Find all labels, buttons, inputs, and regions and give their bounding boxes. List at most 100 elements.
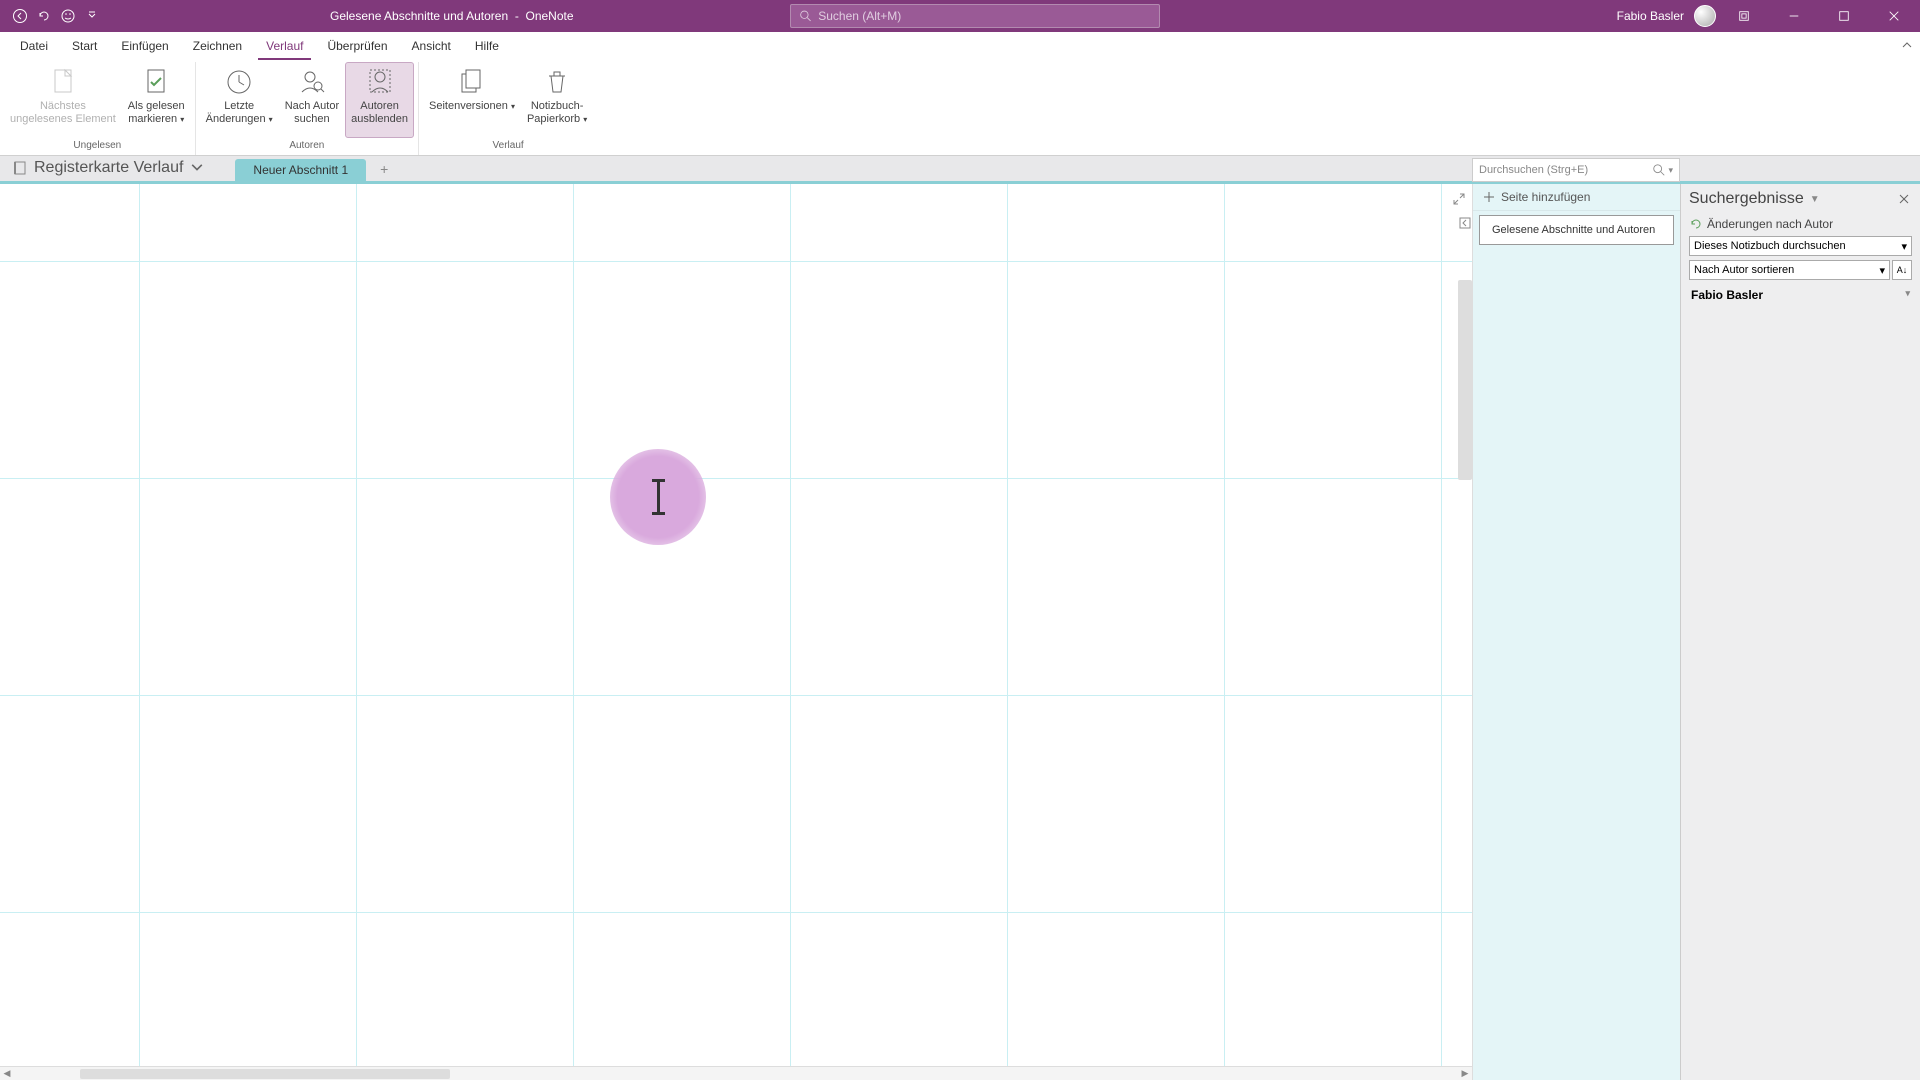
canvas-wrap: ◀ ▶ [0, 184, 1472, 1080]
author-name: Fabio Basler [1691, 288, 1763, 302]
scope-select[interactable]: Dieses Notizbuch durchsuchen▾ [1689, 236, 1912, 256]
touch-mode-button[interactable] [58, 6, 78, 26]
versions-icon [456, 66, 488, 98]
doc-title: Gelesene Abschnitte und Autoren [330, 9, 508, 23]
add-page-button[interactable]: Seite hinzufügen [1473, 184, 1680, 211]
plus-icon [1483, 191, 1495, 203]
search-icon [799, 9, 812, 23]
vertical-scrollbar-thumb[interactable] [1458, 280, 1472, 480]
add-section-button[interactable]: + [380, 161, 388, 181]
maximize-button[interactable] [1822, 0, 1866, 32]
expand-icon [1452, 192, 1466, 206]
section-tab[interactable]: Neuer Abschnitt 1 [235, 159, 366, 181]
add-page-label: Seite hinzufügen [1501, 190, 1590, 204]
global-search-input[interactable] [818, 9, 1151, 23]
seitenversionen-button[interactable]: Seitenversionen ▾ [423, 62, 521, 138]
window-controls: Fabio Basler [1617, 0, 1920, 32]
letzte-aenderungen-button[interactable]: Letzte Änderungen ▾ [200, 62, 279, 138]
changes-by-author-row[interactable]: Änderungen nach Autor [1681, 214, 1920, 234]
page-nav-button[interactable] [1459, 217, 1471, 232]
minimize-icon [1788, 10, 1800, 22]
changes-label: Änderungen nach Autor [1707, 217, 1833, 231]
collapse-icon [1459, 217, 1471, 229]
page-list: Seite hinzufügen Gelesene Abschnitte und… [1472, 184, 1680, 1080]
chevron-down-icon: ▾ [1901, 240, 1907, 253]
tab-überprüfen[interactable]: Überprüfen [315, 32, 399, 60]
group-label: Verlauf [493, 138, 524, 155]
maximize-icon [1838, 10, 1850, 22]
tab-zeichnen[interactable]: Zeichnen [181, 32, 254, 60]
qat-dropdown[interactable] [82, 6, 102, 26]
tab-datei[interactable]: Datei [8, 32, 60, 60]
clock-icon [223, 66, 255, 98]
notizbuch-papierkorb-button[interactable]: Notizbuch- Papierkorb ▾ [521, 62, 593, 138]
scroll-left-button[interactable]: ◀ [0, 1068, 14, 1079]
tab-einfügen[interactable]: Einfügen [109, 32, 180, 60]
group-label: Ungelesen [73, 138, 121, 155]
chevron-down-icon [189, 160, 205, 176]
horizontal-scrollbar-thumb[interactable] [80, 1069, 450, 1079]
ribbon-group-ungelesen: Nächstes ungelesenes ElementAls gelesen … [0, 62, 196, 155]
close-icon [1888, 10, 1900, 22]
chevron-down-icon [87, 11, 97, 21]
note-canvas[interactable] [0, 184, 1472, 1066]
page-icon [47, 66, 79, 98]
ribbon: Nächstes ungelesenes ElementAls gelesen … [0, 60, 1920, 156]
titlebar: Gelesene Abschnitte und Autoren - OneNot… [0, 0, 1920, 32]
scroll-right-button[interactable]: ▶ [1458, 1068, 1472, 1079]
local-search[interactable]: Durchsuchen (Strg+E) ▾ [1472, 158, 1680, 182]
undo-icon [36, 8, 52, 24]
sort-direction-button[interactable]: A↓ [1892, 260, 1912, 280]
ribbon-tabs: DateiStartEinfügenZeichnenVerlaufÜberprü… [0, 32, 1920, 60]
close-button[interactable] [1872, 0, 1916, 32]
page-check-icon [140, 66, 172, 98]
search-dropdown-icon[interactable]: ▾ [1668, 165, 1673, 176]
tab-start[interactable]: Start [60, 32, 109, 60]
search-icon [1652, 163, 1666, 177]
author-group[interactable]: Fabio Basler ▾ [1681, 282, 1920, 308]
refresh-icon [1689, 217, 1703, 231]
tab-ansicht[interactable]: Ansicht [400, 32, 463, 60]
page-item[interactable]: Gelesene Abschnitte und Autoren [1479, 215, 1674, 245]
quick-access-toolbar [0, 6, 102, 26]
search-results-pane: Suchergebnisse ▼ Änderungen nach Autor D… [1680, 184, 1920, 1080]
nach-autor-suchen-button[interactable]: Nach Autor suchen [279, 62, 345, 138]
search-pane-close[interactable] [1896, 191, 1912, 207]
person-search-icon [296, 66, 328, 98]
group-label: Autoren [289, 138, 324, 155]
notebook-icon [12, 160, 28, 176]
window-title: Gelesene Abschnitte und Autoren - OneNot… [330, 9, 574, 23]
sort-select[interactable]: Nach Autor sortieren▾ [1689, 260, 1890, 280]
back-button[interactable] [10, 6, 30, 26]
close-icon [1898, 193, 1910, 205]
search-pane-dropdown[interactable]: ▼ [1810, 194, 1820, 205]
back-arrow-icon [12, 8, 28, 24]
main-area: ◀ ▶ Durchsuchen (Strg+E) ▾ Seite hinzufü… [0, 184, 1920, 1080]
user-name[interactable]: Fabio Basler [1617, 9, 1684, 23]
chevron-up-icon [1900, 38, 1914, 52]
search-pane-title: Suchergebnisse [1689, 190, 1804, 208]
als-gelesen-button[interactable]: Als gelesen markieren ▾ [122, 62, 191, 138]
tab-hilfe[interactable]: Hilfe [463, 32, 511, 60]
app-name: OneNote [525, 9, 573, 23]
local-search-placeholder: Durchsuchen (Strg+E) [1479, 164, 1588, 176]
notes-button[interactable] [1722, 0, 1766, 32]
avatar[interactable] [1694, 5, 1716, 27]
collapse-ribbon-button[interactable] [1900, 38, 1914, 55]
global-search[interactable] [790, 4, 1160, 28]
ribbon-group-verlauf: Seitenversionen ▾Notizbuch- Papierkorb ▾… [419, 62, 597, 155]
autoren-ausblenden-button[interactable]: Autoren ausblenden [345, 62, 414, 138]
expand-canvas-button[interactable] [1452, 192, 1466, 211]
undo-button[interactable] [34, 6, 54, 26]
trash-icon [541, 66, 573, 98]
chevron-down-icon: ▾ [1905, 288, 1910, 302]
text-cursor-icon [657, 479, 660, 515]
naechstes-ungelesenes-button: Nächstes ungelesenes Element [4, 62, 122, 138]
horizontal-scrollbar[interactable]: ◀ ▶ [0, 1066, 1472, 1080]
notebook-selector[interactable]: Registerkarte Verlauf [8, 157, 215, 181]
search-pane-header: Suchergebnisse ▼ [1681, 184, 1920, 214]
ribbon-group-autoren: Letzte Änderungen ▾Nach Autor suchenAuto… [196, 62, 419, 155]
notes-icon [1738, 10, 1750, 22]
minimize-button[interactable] [1772, 0, 1816, 32]
tab-verlauf[interactable]: Verlauf [254, 32, 315, 60]
